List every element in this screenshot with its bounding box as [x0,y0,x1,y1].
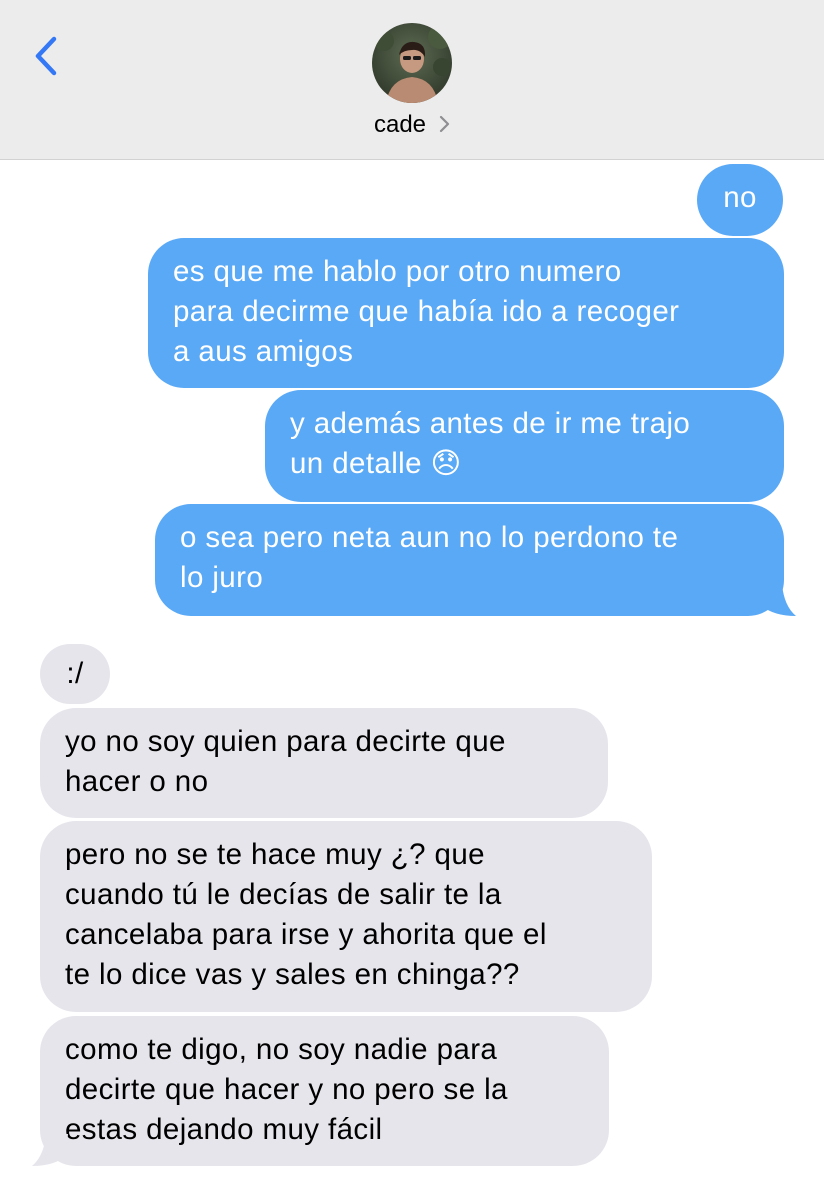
message-bubble-incoming[interactable]: pero no se te hace muy ¿? que cuando tú … [40,821,652,1012]
avatar-photo [372,23,452,103]
contact-name-button[interactable]: cade [0,111,824,140]
chevron-left-icon [35,36,57,76]
message-bubble-outgoing[interactable]: no [697,164,783,236]
contact-avatar[interactable] [372,23,452,103]
message-bubble-incoming[interactable]: como te digo, no soy nadie para decirte … [40,1016,609,1166]
back-button[interactable] [30,33,66,79]
message-bubble-incoming[interactable]: :/ [40,644,110,704]
chevron-right-icon [438,112,450,140]
bubble-tail-incoming [32,1134,68,1166]
message-bubble-outgoing[interactable]: o sea pero neta aun no lo perdono te lo … [155,504,784,616]
contact-name: cade [373,111,427,138]
message-bubble-outgoing[interactable]: y además antes de ir me trajo un detalle… [265,390,784,502]
conversation-header: cade [0,0,824,160]
bubble-tail-outgoing [760,584,796,616]
message-bubble-outgoing[interactable]: es que me hablo por otro numero para dec… [148,238,784,388]
message-bubble-incoming[interactable]: yo no soy quien para decirte que hacer o… [40,708,608,818]
